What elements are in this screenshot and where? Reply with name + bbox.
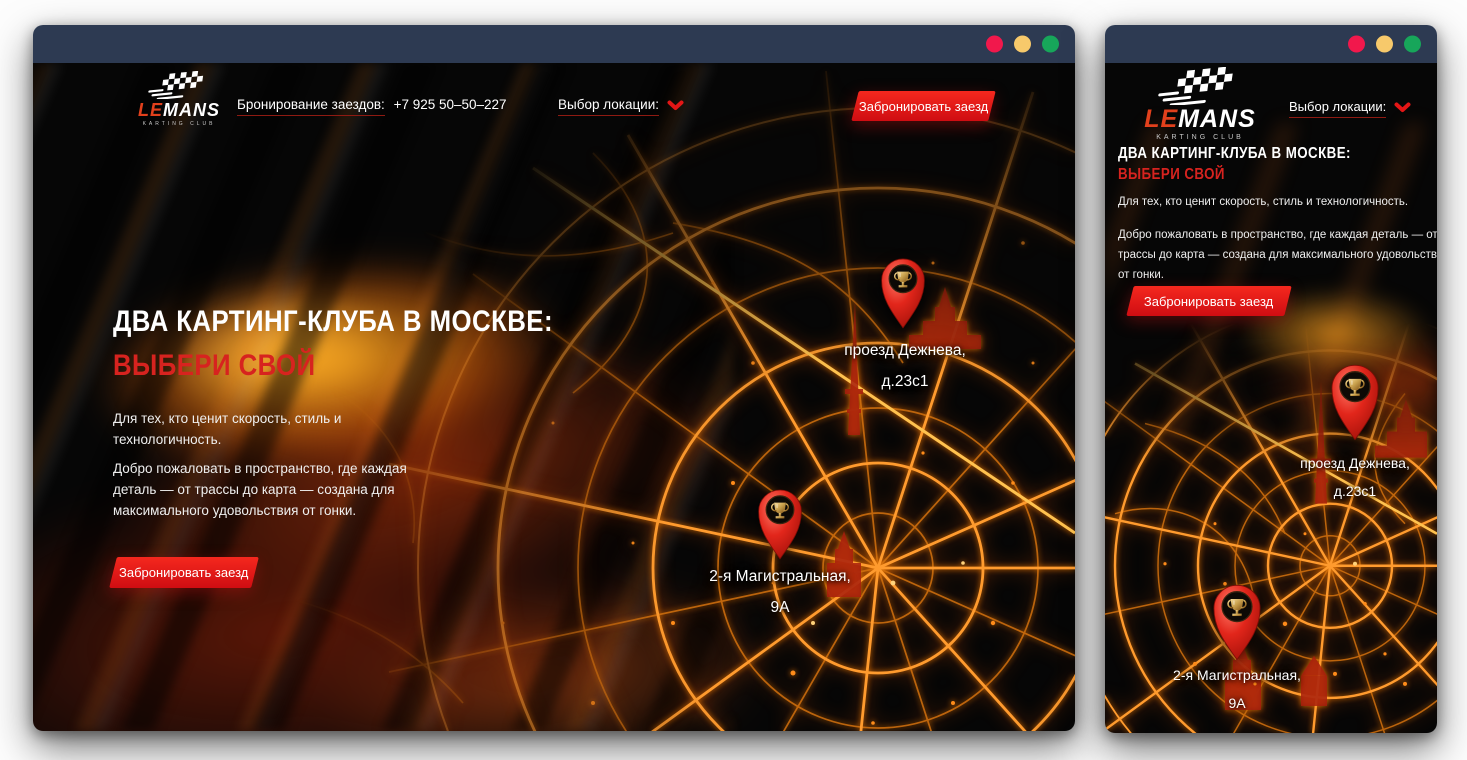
hero-title-line2: ВЫБЕРИ СВОЙ <box>1118 166 1242 184</box>
logo-wordmark: LEMANS <box>131 101 227 119</box>
window-controls <box>1348 36 1421 53</box>
trophy-pin-icon <box>756 486 804 562</box>
pin-label-magistralnaya: 2-я Магистральная,9А <box>1127 661 1347 717</box>
window-close-button[interactable] <box>1348 36 1365 53</box>
moscow-roadmap-graphic <box>33 63 1075 731</box>
desktop-window-titlebar[interactable] <box>33 25 1075 63</box>
lemans-logo[interactable]: LEMANS KARTING CLUB <box>1135 67 1265 141</box>
map-pin-dezhneva[interactable] <box>879 255 927 336</box>
window-minimize-button[interactable] <box>1014 36 1031 53</box>
window-minimize-button[interactable] <box>1376 36 1393 53</box>
phone-number: +7 925 50–50–227 <box>394 97 507 112</box>
chevron-down-icon <box>667 100 684 111</box>
hero-paragraph-2: Добро пожаловать в пространство, где каж… <box>1118 225 1437 285</box>
book-ride-button-hero[interactable]: Забронировать заезд <box>1126 286 1291 316</box>
mobile-browser-window: LEMANS KARTING CLUB Выбор локации: ДВА К… <box>1105 25 1437 733</box>
moscow-roadmap-graphic <box>1105 63 1437 733</box>
hero-paragraph-2: Добро пожаловать в пространство, где каж… <box>113 459 448 522</box>
pin-label-magistralnaya: 2-я Магистральная,9А <box>670 561 890 623</box>
logo-subtitle: KARTING CLUB <box>131 121 227 127</box>
map-pin-magistralnaya[interactable] <box>1211 581 1263 668</box>
book-ride-button-header[interactable]: Забронировать заезд <box>851 91 995 121</box>
window-controls <box>986 36 1059 53</box>
hero-paragraph-1: Для тех, кто ценит скорость, стиль и тех… <box>1118 193 1437 211</box>
window-close-button[interactable] <box>986 36 1003 53</box>
booking-label: Бронирование заездов: <box>237 97 385 116</box>
map-pin-magistralnaya[interactable] <box>756 486 804 567</box>
location-selector[interactable]: Выбор локации: <box>1289 99 1411 118</box>
checkered-flag-icon <box>1158 67 1242 105</box>
mobile-site-viewport: LEMANS KARTING CLUB Выбор локации: ДВА К… <box>1105 63 1437 733</box>
book-ride-button-hero[interactable]: Забронировать заезд <box>109 557 259 588</box>
mobile-window-titlebar[interactable] <box>1105 25 1437 63</box>
hero-title-line2: ВЫБЕРИ СВОЙ <box>113 349 349 383</box>
checkered-flag-icon <box>148 71 210 99</box>
page-canvas: LEMANS KARTING CLUB Бронирование заездов… <box>0 0 1467 760</box>
window-zoom-button[interactable] <box>1404 36 1421 53</box>
trophy-pin-icon <box>879 255 927 331</box>
hero-title-line1: ДВА КАРТИНГ-КЛУБА В МОСКВЕ: <box>113 305 625 339</box>
map-pin-dezhneva[interactable] <box>1329 361 1381 448</box>
location-label: Выбор локации: <box>558 97 659 116</box>
booking-phone-link[interactable]: Бронирование заездов: +7 925 50–50–227 <box>237 97 507 112</box>
hero-paragraph-1: Для тех, кто ценит скорость, стиль и тех… <box>113 409 443 451</box>
lemans-logo[interactable]: LEMANS KARTING CLUB <box>131 71 227 127</box>
pin-label-dezhneva: проезд Дежнева,д.23с1 <box>1245 449 1437 505</box>
pin-label-dezhneva: проезд Дежнева,д.23с1 <box>795 335 1015 397</box>
desktop-browser-window: LEMANS KARTING CLUB Бронирование заездов… <box>33 25 1075 731</box>
trophy-pin-icon <box>1329 361 1381 443</box>
hero-title-line1: ДВА КАРТИНГ-КЛУБА В МОСКВЕ: <box>1118 145 1389 163</box>
chevron-down-icon <box>1394 102 1411 113</box>
trophy-pin-icon <box>1211 581 1263 663</box>
logo-wordmark: LEMANS <box>1135 107 1265 132</box>
location-label: Выбор локации: <box>1289 99 1386 118</box>
desktop-site-viewport: LEMANS KARTING CLUB Бронирование заездов… <box>33 63 1075 731</box>
window-zoom-button[interactable] <box>1042 36 1059 53</box>
location-selector[interactable]: Выбор локации: <box>558 97 684 116</box>
logo-subtitle: KARTING CLUB <box>1135 134 1265 141</box>
